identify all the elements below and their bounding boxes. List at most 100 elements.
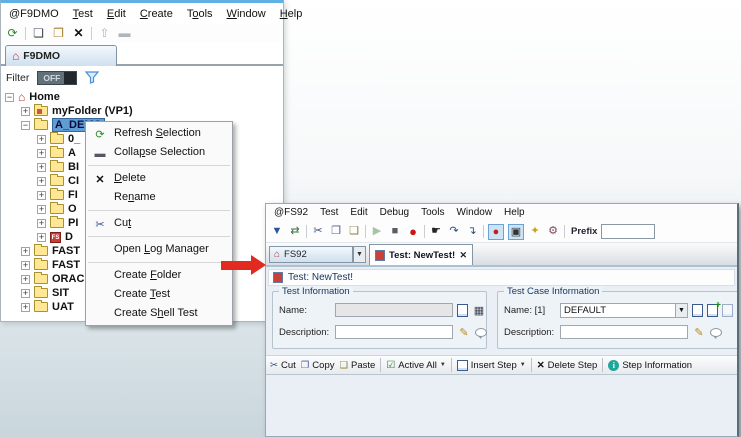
comment-icon[interactable] (475, 327, 487, 339)
expander-icon[interactable] (37, 176, 46, 186)
record-icon[interactable]: ● (406, 225, 420, 238)
menu-help[interactable]: Help (504, 207, 525, 218)
move-icon[interactable]: ⇧ (97, 27, 112, 40)
menu-create[interactable]: Create (140, 8, 173, 20)
test-icon (273, 272, 283, 283)
stop-icon[interactable]: ■ (388, 225, 402, 238)
breakpoint-icon[interactable]: ● (488, 223, 504, 240)
expander-icon[interactable] (21, 274, 30, 284)
notes-icon[interactable] (692, 303, 703, 317)
paste-icon[interactable]: ❑ (347, 225, 361, 238)
toolbar-separator (25, 27, 26, 40)
menu-window[interactable]: Window (456, 207, 492, 218)
remove-test-case-icon[interactable] (722, 303, 733, 317)
menu-app[interactable]: @F9DMO (9, 8, 59, 20)
test-case-name-combo[interactable]: DEFAULT ▼ (560, 302, 688, 318)
edit-description-icon[interactable]: ✎ (457, 326, 471, 339)
menu-item-create-test[interactable]: Create Test (86, 285, 232, 304)
cut-step-button[interactable]: ✂ Cut (270, 360, 296, 371)
menu-item-collapse-selection[interactable]: ▬ Collapse Selection (86, 143, 232, 162)
nav-tab-dropdown-icon[interactable]: ▼ (353, 246, 366, 263)
menu-edit[interactable]: Edit (350, 207, 367, 218)
cut-icon[interactable]: ✂ (311, 225, 325, 238)
menu-item-create-shell-test[interactable]: Create Shell Test (86, 304, 232, 323)
copy-icon[interactable]: ❐ (329, 225, 343, 238)
close-icon[interactable]: ✕ (459, 250, 467, 261)
expander-icon[interactable] (21, 106, 30, 116)
menu-window[interactable]: Window (227, 8, 266, 20)
expander-icon[interactable] (21, 288, 30, 298)
expander-icon[interactable] (21, 246, 30, 256)
refresh-icon[interactable]: ⟳ (5, 27, 20, 40)
button-label: Copy (312, 359, 335, 371)
expander-icon[interactable] (21, 260, 30, 270)
tab-f9dmo[interactable]: ⌂ F9DMO (5, 45, 117, 66)
toolbar-separator (306, 225, 307, 238)
save-icon[interactable]: ▼ (270, 225, 284, 238)
run-icon[interactable]: ▶ (370, 225, 384, 238)
expander-icon[interactable] (37, 232, 46, 242)
comment-icon[interactable] (710, 327, 722, 339)
pointer-icon[interactable]: ☛ (429, 225, 443, 238)
step-information-button[interactable]: i Step Information (608, 359, 692, 371)
chevron-down-icon[interactable]: ▼ (675, 303, 687, 317)
filter-toggle[interactable]: OFF (37, 70, 78, 85)
tree-item-home[interactable]: ⌂ Home (1, 90, 283, 104)
add-test-case-icon[interactable] (707, 300, 721, 317)
menu-tools[interactable]: Tools (421, 207, 444, 218)
prefix-input[interactable] (601, 224, 656, 239)
step-over-icon[interactable]: ↷ (447, 225, 461, 238)
tree-item-myfolder[interactable]: myFolder (VP1) (1, 104, 283, 118)
test-description-input[interactable] (335, 325, 453, 339)
delete-icon[interactable]: ✕ (71, 27, 86, 40)
test-case-description-input[interactable] (560, 325, 688, 339)
menu-app[interactable]: @FS92 (274, 207, 308, 218)
delete-step-button[interactable]: ✕ Delete Step (537, 360, 598, 371)
menu-item-refresh-selection[interactable]: ⟳ Refresh Selection (86, 124, 232, 143)
expander-icon[interactable] (21, 120, 30, 130)
chevron-down-icon[interactable]: ▼ (440, 362, 446, 368)
expander-icon[interactable] (37, 218, 46, 228)
step-into-icon[interactable]: ↴ (465, 225, 479, 238)
nav-tab-fs92[interactable]: ⌂ FS92 (269, 246, 353, 263)
collapse-all-icon[interactable]: ▬ (117, 27, 132, 40)
expander-icon[interactable] (5, 92, 14, 102)
user-settings-icon[interactable]: ⚙ (546, 225, 560, 238)
tree-label: myFolder (VP1) (52, 105, 133, 117)
no-capture-icon[interactable]: ▣ (508, 223, 524, 240)
expander-icon[interactable] (37, 134, 46, 144)
menu-tools[interactable]: Tools (187, 8, 213, 20)
export-icon[interactable]: ⇄ (288, 225, 302, 238)
menu-item-cut[interactable]: ✂ Cut (86, 214, 232, 233)
notes-icon[interactable] (457, 303, 468, 317)
grid-view-icon[interactable]: ▦ (472, 304, 486, 317)
menu-test[interactable]: Test (73, 8, 93, 20)
active-all-button[interactable]: ☑ Active All ▼ (386, 360, 445, 371)
menu-edit[interactable]: Edit (107, 8, 126, 20)
insert-step-button[interactable]: Insert Step ▼ (456, 359, 526, 371)
chevron-down-icon[interactable]: ▼ (520, 362, 526, 368)
menu-item-rename[interactable]: Rename (86, 188, 232, 207)
menu-help[interactable]: Help (280, 8, 303, 20)
expander-icon[interactable] (37, 204, 46, 214)
new-item-icon[interactable]: ❏ (31, 27, 46, 40)
toolbar-separator (530, 358, 532, 372)
copy-step-button[interactable]: ❐ Copy (301, 360, 335, 371)
tab-test-newtest[interactable]: Test: NewTest! ✕ (369, 244, 473, 265)
menu-item-open-log-manager[interactable]: Open Log Manager (86, 240, 232, 259)
expander-icon[interactable] (21, 302, 30, 312)
funnel-icon[interactable] (85, 71, 100, 84)
menu-item-create-folder[interactable]: Create Folder (86, 266, 232, 285)
test-name-input[interactable] (335, 303, 453, 317)
test-icon: FS (50, 231, 61, 243)
paste-step-button[interactable]: ❑ Paste (339, 360, 375, 371)
menu-debug[interactable]: Debug (380, 207, 409, 218)
expander-icon[interactable] (37, 148, 46, 158)
edit-description-icon[interactable]: ✎ (692, 326, 706, 339)
open-icon[interactable]: ❒ (51, 27, 66, 40)
menu-test[interactable]: Test (320, 207, 338, 218)
expander-icon[interactable] (37, 190, 46, 200)
menu-item-delete[interactable]: ✕ Delete (86, 169, 232, 188)
expander-icon[interactable] (37, 162, 46, 172)
wand-icon[interactable]: ✦ (528, 225, 542, 238)
